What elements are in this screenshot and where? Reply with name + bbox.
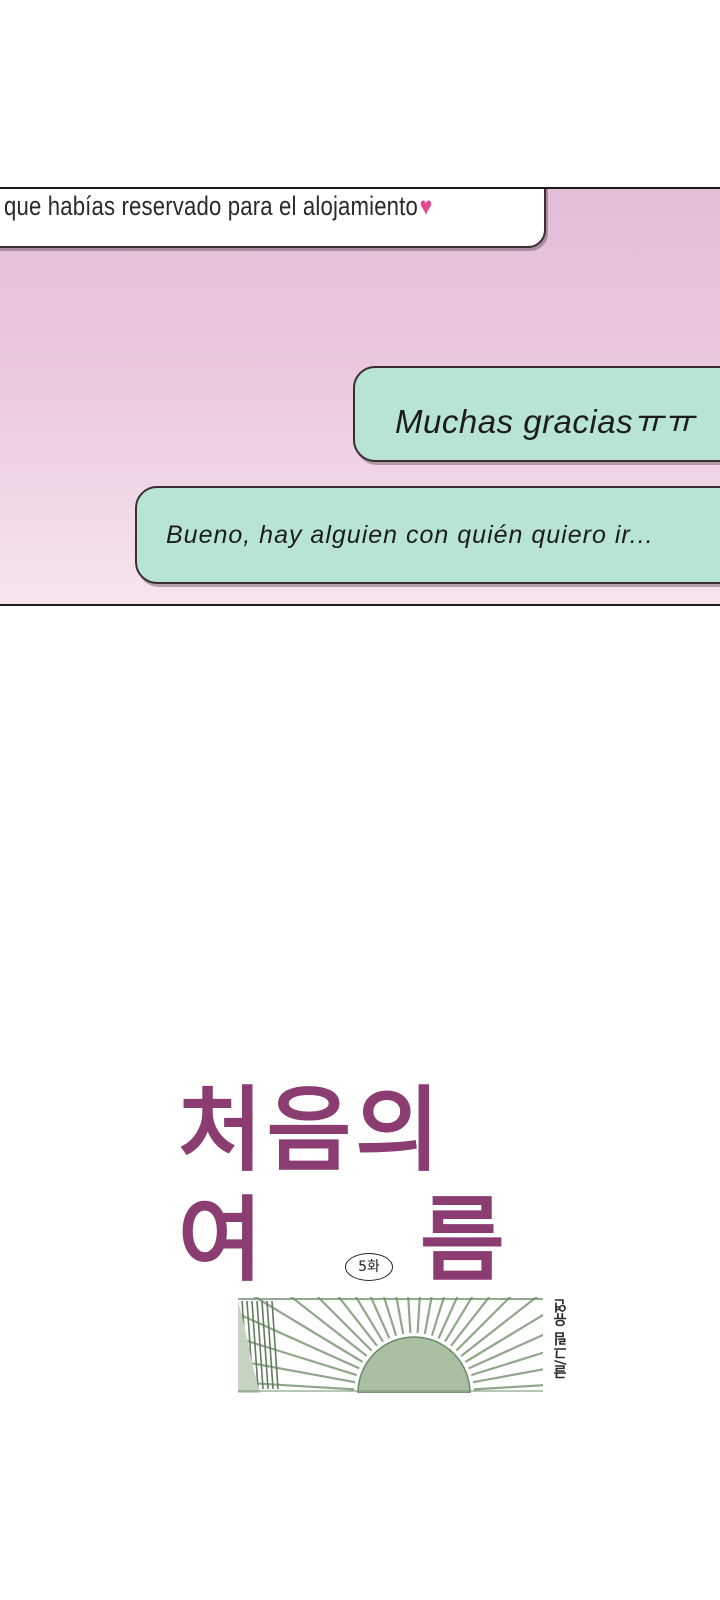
sent-message-text-1: Muchas graciasㅠㅠ [395,403,695,440]
title-char-left: 여 [178,1187,263,1294]
received-message-bubble: que habías reservado para el alojamiento… [0,189,546,248]
sent-message-bubble-1: Muchas graciasㅠㅠ [353,366,720,462]
sent-message-text-2: Bueno, hay alguien con quién quiero ir..… [166,521,654,549]
title-card: 처음의 여 름 5화 글/그림 유연 [170,1085,590,1415]
sent-message-bubble-2: Bueno, hay alguien con quién quiero ir..… [135,486,720,584]
heart-icon: ♥ [419,191,433,221]
episode-badge: 5화 [345,1253,393,1281]
received-message-text: que habías reservado para el alojamiento… [4,191,432,222]
received-message-label: que habías reservado para el alojamiento [4,191,418,221]
sunrise-illustration [238,1297,543,1393]
author-credit: 글/그림 유연 [553,1299,569,1379]
title-line-1: 처음의 [178,1077,444,1184]
title-char-right: 름 [420,1187,505,1294]
chat-panel: que habías reservado para el alojamiento… [0,187,720,606]
